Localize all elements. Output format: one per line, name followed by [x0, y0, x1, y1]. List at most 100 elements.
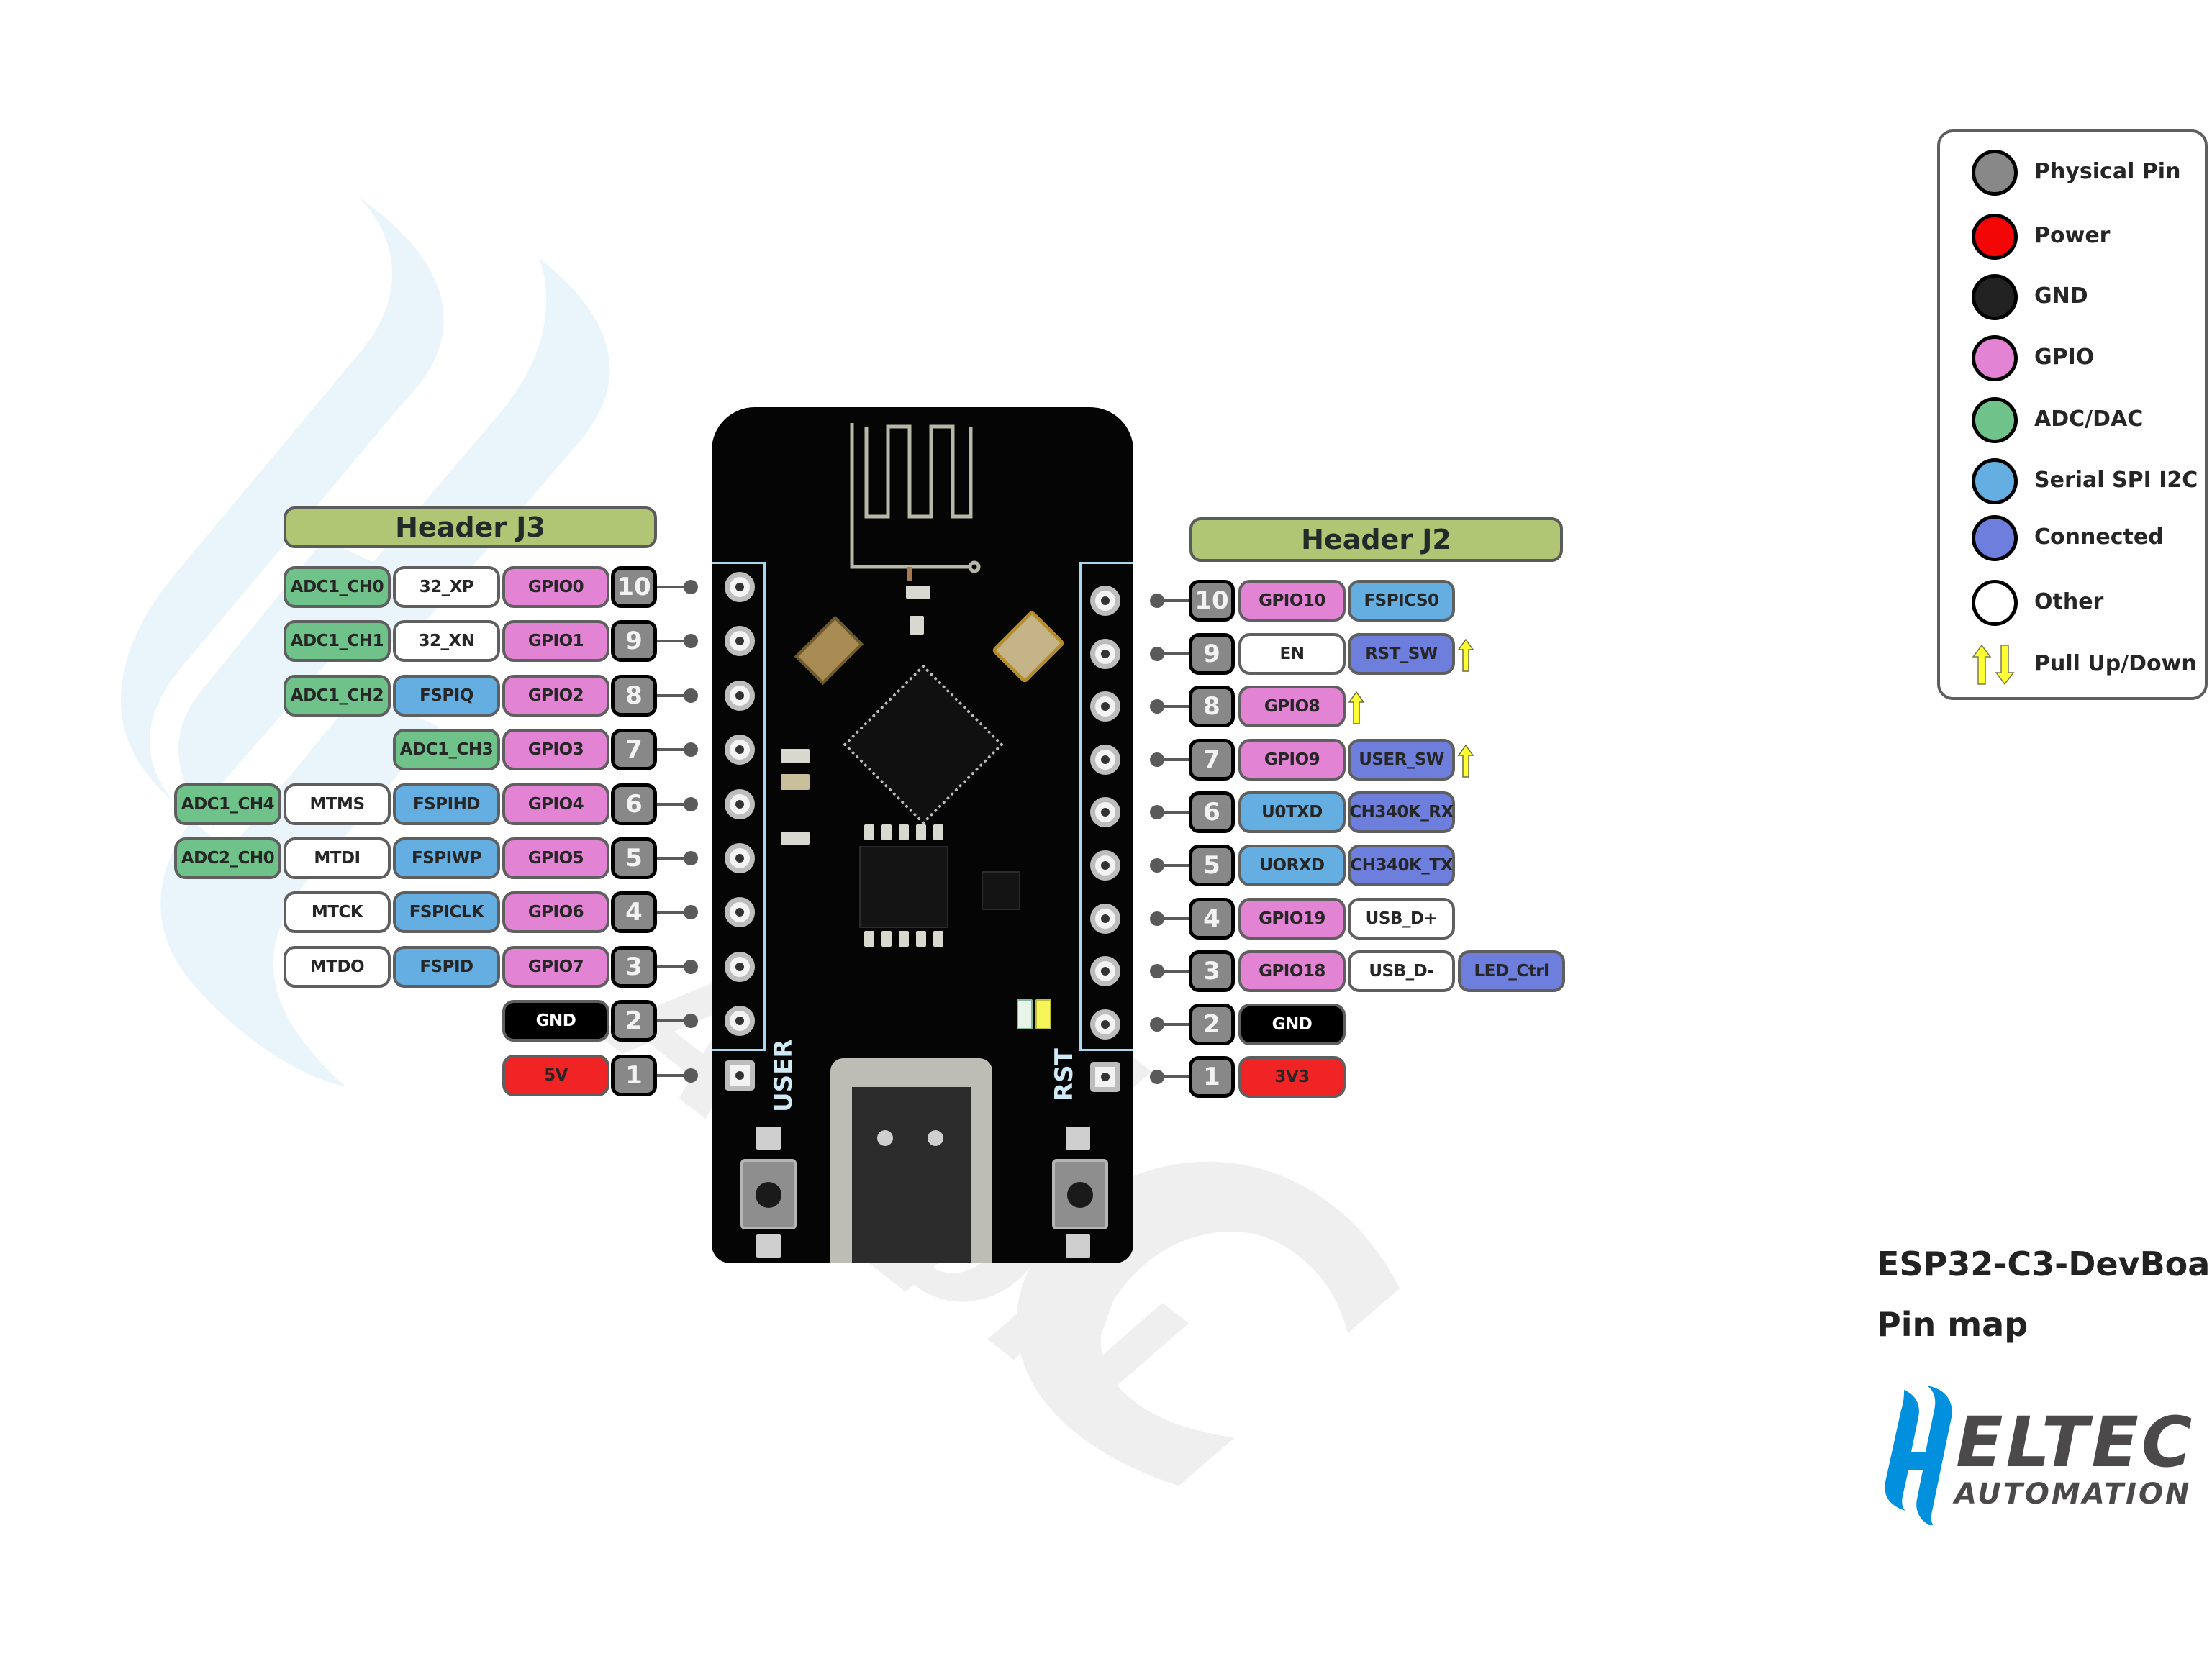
pin-label-adc-dac: ADC1_CH4 — [174, 783, 281, 825]
header-through-hole — [1090, 638, 1120, 669]
pin-label-other: 32_XP — [393, 566, 500, 608]
chip-pin — [864, 931, 874, 947]
physical-pin-number: 5 — [611, 837, 657, 879]
reset-button[interactable] — [1052, 1159, 1108, 1229]
smd-component — [781, 774, 810, 790]
legend-label: Physical Pin — [2034, 159, 2181, 184]
physical-pin-number: 1 — [1189, 1056, 1235, 1098]
esp32-c3-devboard-image: USER RST — [712, 407, 1133, 1263]
legend-item-physical-pin: Physical Pin — [1940, 147, 2205, 198]
physical-pin-number: 8 — [1189, 686, 1235, 727]
pull-up-arrow-icon — [1348, 691, 1364, 724]
pin-label-connected: USER_SW — [1348, 739, 1455, 781]
legend-item-connected: Connected — [1940, 513, 2205, 563]
led-yellow — [1035, 999, 1051, 1029]
pin-label-serial-spi-i2c: UORXD — [1238, 845, 1346, 886]
header-through-hole — [725, 1060, 755, 1091]
header-through-hole — [1090, 1062, 1120, 1093]
pin-header-dot[interactable] — [684, 851, 698, 865]
pin-lead-line — [1159, 758, 1190, 761]
physical-pin-number: 4 — [611, 891, 657, 933]
legend-item-gnd: GND — [1940, 272, 2205, 322]
heltec-automation-logo: ELTEC AUTOMATION — [1885, 1386, 2192, 1525]
pin-lead-line — [657, 1019, 686, 1022]
pin-lead-line — [1159, 917, 1190, 920]
physical-pin-number: 10 — [611, 566, 657, 608]
ch340k-chip — [859, 846, 948, 928]
header-through-hole — [1090, 1009, 1120, 1040]
pinmap-subtitle: Pin map — [1877, 1305, 2029, 1344]
button-pad — [756, 1127, 781, 1150]
other-swatch-icon — [1972, 580, 2018, 626]
physical-pin-number: 10 — [1189, 580, 1235, 622]
pin-header-dot[interactable] — [684, 797, 698, 811]
physical-pin-number: 7 — [1189, 739, 1235, 781]
physical-pin-number: 2 — [611, 1000, 657, 1042]
chip-pin — [864, 824, 874, 840]
user-button[interactable] — [740, 1159, 797, 1229]
legend-label: GND — [2034, 283, 2088, 309]
serial-spi-i2c-swatch-icon — [1972, 458, 2018, 504]
legend-item-serial-spi-i2c: Serial SPI I2C — [1940, 456, 2205, 506]
pin-label-serial-spi-i2c: FSPIWP — [393, 837, 500, 879]
pin-header-dot[interactable] — [684, 634, 698, 648]
pin-lead-line — [657, 640, 686, 642]
pin-header-dot[interactable] — [684, 688, 698, 703]
pin-header-dot[interactable] — [684, 1068, 698, 1083]
chip-pin — [916, 824, 926, 840]
pin-lead-line — [1159, 599, 1190, 602]
legend-item-adc-dac: ADC/DAC — [1940, 395, 2205, 445]
pin-lead-line — [657, 965, 686, 968]
pin-label-serial-spi-i2c: FSPICLK — [393, 891, 500, 933]
pin-label-gpio: GPIO5 — [502, 837, 609, 879]
pin-label-serial-spi-i2c: U0TXD — [1238, 791, 1346, 833]
chip-pin — [899, 931, 909, 947]
header-through-hole — [1090, 744, 1120, 775]
usb-c-port — [830, 1058, 992, 1263]
physical-pin-number: 3 — [611, 946, 657, 988]
pin-lead-line — [1159, 811, 1190, 814]
physical-pin-number: 9 — [1189, 633, 1235, 675]
crystal-left — [794, 615, 864, 686]
pcb-antenna-icon — [850, 423, 981, 581]
legend-label: Power — [2034, 223, 2111, 248]
pin-lead-line — [657, 748, 686, 751]
pin-lead-line — [657, 586, 686, 588]
chip-pin — [933, 824, 943, 840]
pin-label-other: USB_D- — [1348, 950, 1455, 992]
legend-label: GPIO — [2034, 345, 2095, 370]
pin-label-serial-spi-i2c: FSPIQ — [393, 675, 500, 717]
silkscreen-user-label: USER — [769, 1039, 798, 1112]
pin-label-gnd: GND — [502, 1000, 609, 1042]
pin-lead-line — [657, 857, 686, 860]
pin-header-dot[interactable] — [684, 960, 698, 974]
pin-header-dot[interactable] — [684, 580, 698, 594]
pin-lead-line — [1159, 970, 1190, 973]
pin-header-dot[interactable] — [684, 742, 698, 757]
pin-header-dot[interactable] — [684, 905, 698, 919]
pin-lead-line — [657, 911, 686, 914]
pull-up-arrow-icon — [1458, 745, 1474, 778]
physical-pin-number: 7 — [611, 729, 657, 770]
legend-item-gpio: GPIO — [1940, 333, 2205, 383]
pin-label-gnd: GND — [1238, 1004, 1346, 1045]
chip-pin — [881, 931, 892, 947]
pin-lead-line — [1159, 705, 1190, 708]
pin-header-dot[interactable] — [684, 1014, 698, 1028]
header-through-hole — [1090, 903, 1120, 934]
header-through-hole — [725, 951, 755, 982]
header-through-hole — [725, 572, 755, 602]
pin-label-connected: CH340K_TX — [1348, 845, 1455, 886]
header-through-hole — [1090, 691, 1120, 722]
physical-pin-number: 6 — [611, 783, 657, 825]
pin-label-gpio: GPIO3 — [502, 729, 609, 770]
led-green — [1017, 999, 1033, 1029]
pin-label-gpio: GPIO6 — [502, 891, 609, 933]
physical-pin-number: 3 — [1189, 950, 1235, 992]
header-through-hole — [1090, 956, 1120, 987]
header-through-hole — [725, 843, 755, 873]
physical-pin-number: 4 — [1189, 898, 1235, 940]
pin-label-connected: CH340K_RX — [1348, 791, 1455, 833]
header-through-hole — [725, 680, 755, 711]
pin-lead-line — [657, 803, 686, 806]
